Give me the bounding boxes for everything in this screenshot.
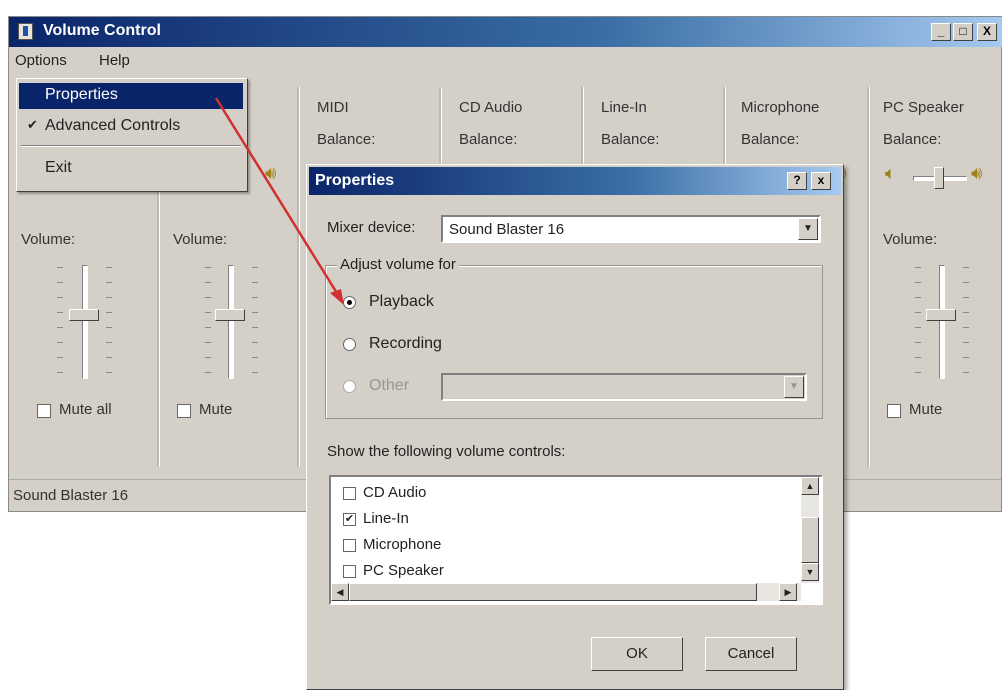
mixer-device-value: Sound Blaster 16	[449, 221, 565, 238]
maximize-button[interactable]: □	[953, 23, 973, 41]
volume-control-app-icon[interactable]	[18, 23, 33, 40]
window-title: Volume Control	[43, 22, 161, 39]
properties-dialog: Properties ? x Mixer device: Sound Blast…	[306, 164, 844, 690]
mute-label: Mute	[909, 401, 943, 418]
dialog-title: Properties	[315, 172, 395, 189]
recording-label: Recording	[369, 335, 442, 352]
ok-button[interactable]: OK	[591, 637, 683, 671]
options-dropdown-menu: Properties ✔ Advanced Controls Exit	[16, 78, 248, 192]
mute-checkbox[interactable]	[177, 404, 191, 418]
list-item-label: Microphone	[363, 536, 442, 553]
column-title-cd-audio: CD Audio	[459, 99, 523, 116]
volume-controls-list: CD Audio ✔ Line-In Microphone PC Speaker…	[329, 475, 823, 605]
speaker-right-icon: 🔊︎	[265, 163, 277, 183]
scrollbar-thumb[interactable]	[801, 517, 819, 563]
master-volume-track[interactable]	[82, 265, 88, 379]
menu-item-advanced-controls[interactable]: Advanced Controls	[45, 117, 180, 135]
menu-item-exit[interactable]: Exit	[45, 159, 72, 177]
balance-label: Balance:	[741, 131, 800, 148]
volume-label: Volume:	[21, 231, 76, 248]
balance-label: Balance:	[601, 131, 660, 148]
column-title-pc-speaker: PC Speaker	[883, 99, 964, 116]
microphone-checkbox[interactable]	[343, 539, 356, 552]
dialog-close-button[interactable]: x	[811, 172, 831, 190]
master-volume-slider-thumb[interactable]	[69, 309, 99, 321]
menu-options[interactable]: Options	[15, 52, 67, 69]
adjust-volume-group-label: Adjust volume for	[337, 256, 459, 273]
balance-label: Balance:	[459, 131, 518, 148]
other-radio[interactable]	[343, 380, 356, 393]
scroll-up-icon[interactable]: ▲	[801, 477, 819, 495]
pc-speaker-mute-checkbox[interactable]	[887, 404, 901, 418]
mixer-device-select[interactable]: Sound Blaster 16 ▼	[441, 215, 821, 243]
other-label: Other	[369, 377, 410, 394]
scroll-left-icon[interactable]: ◀	[331, 583, 349, 601]
checkmark-icon: ✔	[27, 117, 38, 132]
volume-label: Volume:	[173, 231, 228, 248]
help-button[interactable]: ?	[787, 172, 807, 190]
wave-volume-track[interactable]	[228, 265, 234, 379]
balance-label: Balance:	[317, 131, 376, 148]
horizontal-scrollbar-thumb[interactable]	[349, 583, 757, 601]
status-text: Sound Blaster 16	[13, 487, 129, 504]
line-in-checkbox[interactable]: ✔	[343, 513, 356, 526]
playback-radio[interactable]	[343, 296, 356, 309]
list-item-label: PC Speaker	[363, 562, 444, 579]
pc-speaker-checkbox[interactable]	[343, 565, 356, 578]
volume-ticks	[57, 267, 63, 377]
pc-speaker-volume-slider-thumb[interactable]	[926, 309, 956, 321]
close-button[interactable]: X	[977, 23, 997, 41]
speaker-left-icon: 🔈︎	[885, 163, 896, 183]
column-divider	[867, 87, 870, 467]
column-title-line-in: Line-In	[601, 99, 647, 116]
list-item-label: CD Audio	[363, 484, 427, 501]
volume-ticks	[963, 267, 969, 377]
playback-label: Playback	[369, 293, 434, 310]
menu-separator	[21, 145, 241, 147]
minimize-button[interactable]: _	[931, 23, 951, 41]
scroll-right-icon[interactable]: ▶	[779, 583, 797, 601]
pc-speaker-balance-thumb[interactable]	[934, 167, 944, 189]
column-title-midi: MIDI	[317, 99, 349, 116]
cd-audio-checkbox[interactable]	[343, 487, 356, 500]
mute-all-label: Mute all	[59, 401, 112, 418]
recording-radio[interactable]	[343, 338, 356, 351]
show-controls-label: Show the following volume controls:	[327, 443, 566, 460]
wave-volume-slider-thumb[interactable]	[215, 309, 245, 321]
mute-label: Mute	[199, 401, 233, 418]
mute-all-checkbox[interactable]	[37, 404, 51, 418]
chevron-down-icon[interactable]: ▼	[798, 218, 818, 240]
menu-item-properties[interactable]: Properties	[45, 86, 118, 104]
menu-bar: Options Help	[9, 47, 1002, 75]
volume-ticks	[915, 267, 921, 377]
list-item-label: Line-In	[363, 510, 409, 527]
volume-ticks	[106, 267, 112, 377]
column-divider	[157, 157, 160, 467]
volume-label: Volume:	[883, 231, 938, 248]
chevron-down-icon[interactable]: ▼	[784, 376, 804, 398]
title-bar[interactable]: Volume Control _ □ X	[9, 17, 1002, 47]
column-divider	[297, 87, 300, 467]
cancel-button[interactable]: Cancel	[705, 637, 797, 671]
volume-ticks	[205, 267, 211, 377]
column-title-microphone: Microphone	[741, 99, 820, 116]
dialog-title-bar[interactable]: Properties ? x	[309, 167, 841, 195]
scroll-down-icon[interactable]: ▼	[801, 563, 819, 581]
other-device-select[interactable]: ▼	[441, 373, 807, 401]
mixer-device-label: Mixer device:	[327, 219, 416, 236]
menu-help[interactable]: Help	[99, 52, 130, 69]
volume-ticks	[252, 267, 258, 377]
speaker-right-icon: 🔊︎	[971, 163, 983, 183]
pc-speaker-volume-track[interactable]	[939, 265, 945, 379]
balance-label: Balance:	[883, 131, 942, 148]
